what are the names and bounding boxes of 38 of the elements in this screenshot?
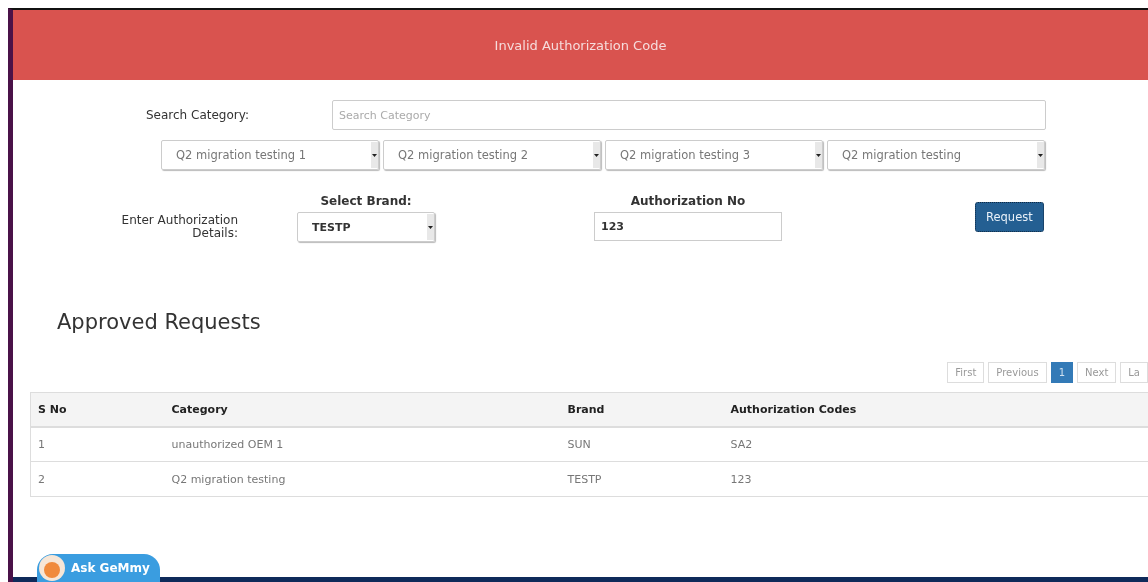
search-field[interactable]: Search Category: [332, 100, 1046, 130]
page-button[interactable]: Previous: [988, 362, 1047, 383]
caret-icon: [371, 142, 378, 168]
table-cell: 1: [30, 426, 165, 462]
authorization-label: Enter Authorization Details:: [120, 214, 238, 240]
column-header: Brand: [560, 392, 724, 427]
section-title: Approved Requests: [57, 310, 262, 334]
page-button[interactable]: La: [1120, 362, 1148, 383]
table-cell: SA2: [723, 426, 1148, 462]
caret-icon: [1037, 142, 1044, 168]
category-select[interactable]: Q2 migration testing 3: [605, 140, 823, 170]
page-button[interactable]: First: [947, 362, 985, 383]
request-button[interactable]: Request: [975, 202, 1044, 232]
authorization-number-field[interactable]: 123: [594, 212, 782, 241]
category-select[interactable]: Q2 migration testing 1: [161, 140, 379, 170]
table-cell: SUN: [560, 426, 724, 462]
avatar-icon: [39, 555, 65, 581]
table-cell: Q2 migration testing: [164, 461, 561, 497]
category-select[interactable]: Q2 migration testing: [827, 140, 1045, 170]
banner-title: Invalid Authorization Code: [494, 37, 667, 53]
caret-icon: [593, 142, 600, 168]
table-cell: 2: [30, 461, 165, 497]
column-header: Category: [164, 392, 561, 427]
column-header: Authorization Codes: [723, 392, 1148, 427]
authorization-number-label: Authorization No: [630, 194, 746, 208]
table-cell: 123: [723, 461, 1148, 497]
chat-button[interactable]: Ask GeMmy: [37, 554, 160, 582]
brand-select[interactable]: TESTP: [297, 212, 435, 242]
search-label: Search Category:: [146, 108, 251, 122]
table-cell: TESTP: [560, 461, 724, 497]
table-cell: unauthorized OEM 1: [164, 426, 561, 462]
column-header: S No: [30, 392, 165, 427]
caret-icon: [815, 142, 822, 168]
page-button[interactable]: 1: [1050, 362, 1073, 383]
brand-label: Select Brand:: [320, 194, 412, 208]
category-select[interactable]: Q2 migration testing 2: [383, 140, 601, 170]
page-button[interactable]: Next: [1077, 362, 1117, 383]
caret-icon: [427, 214, 434, 240]
